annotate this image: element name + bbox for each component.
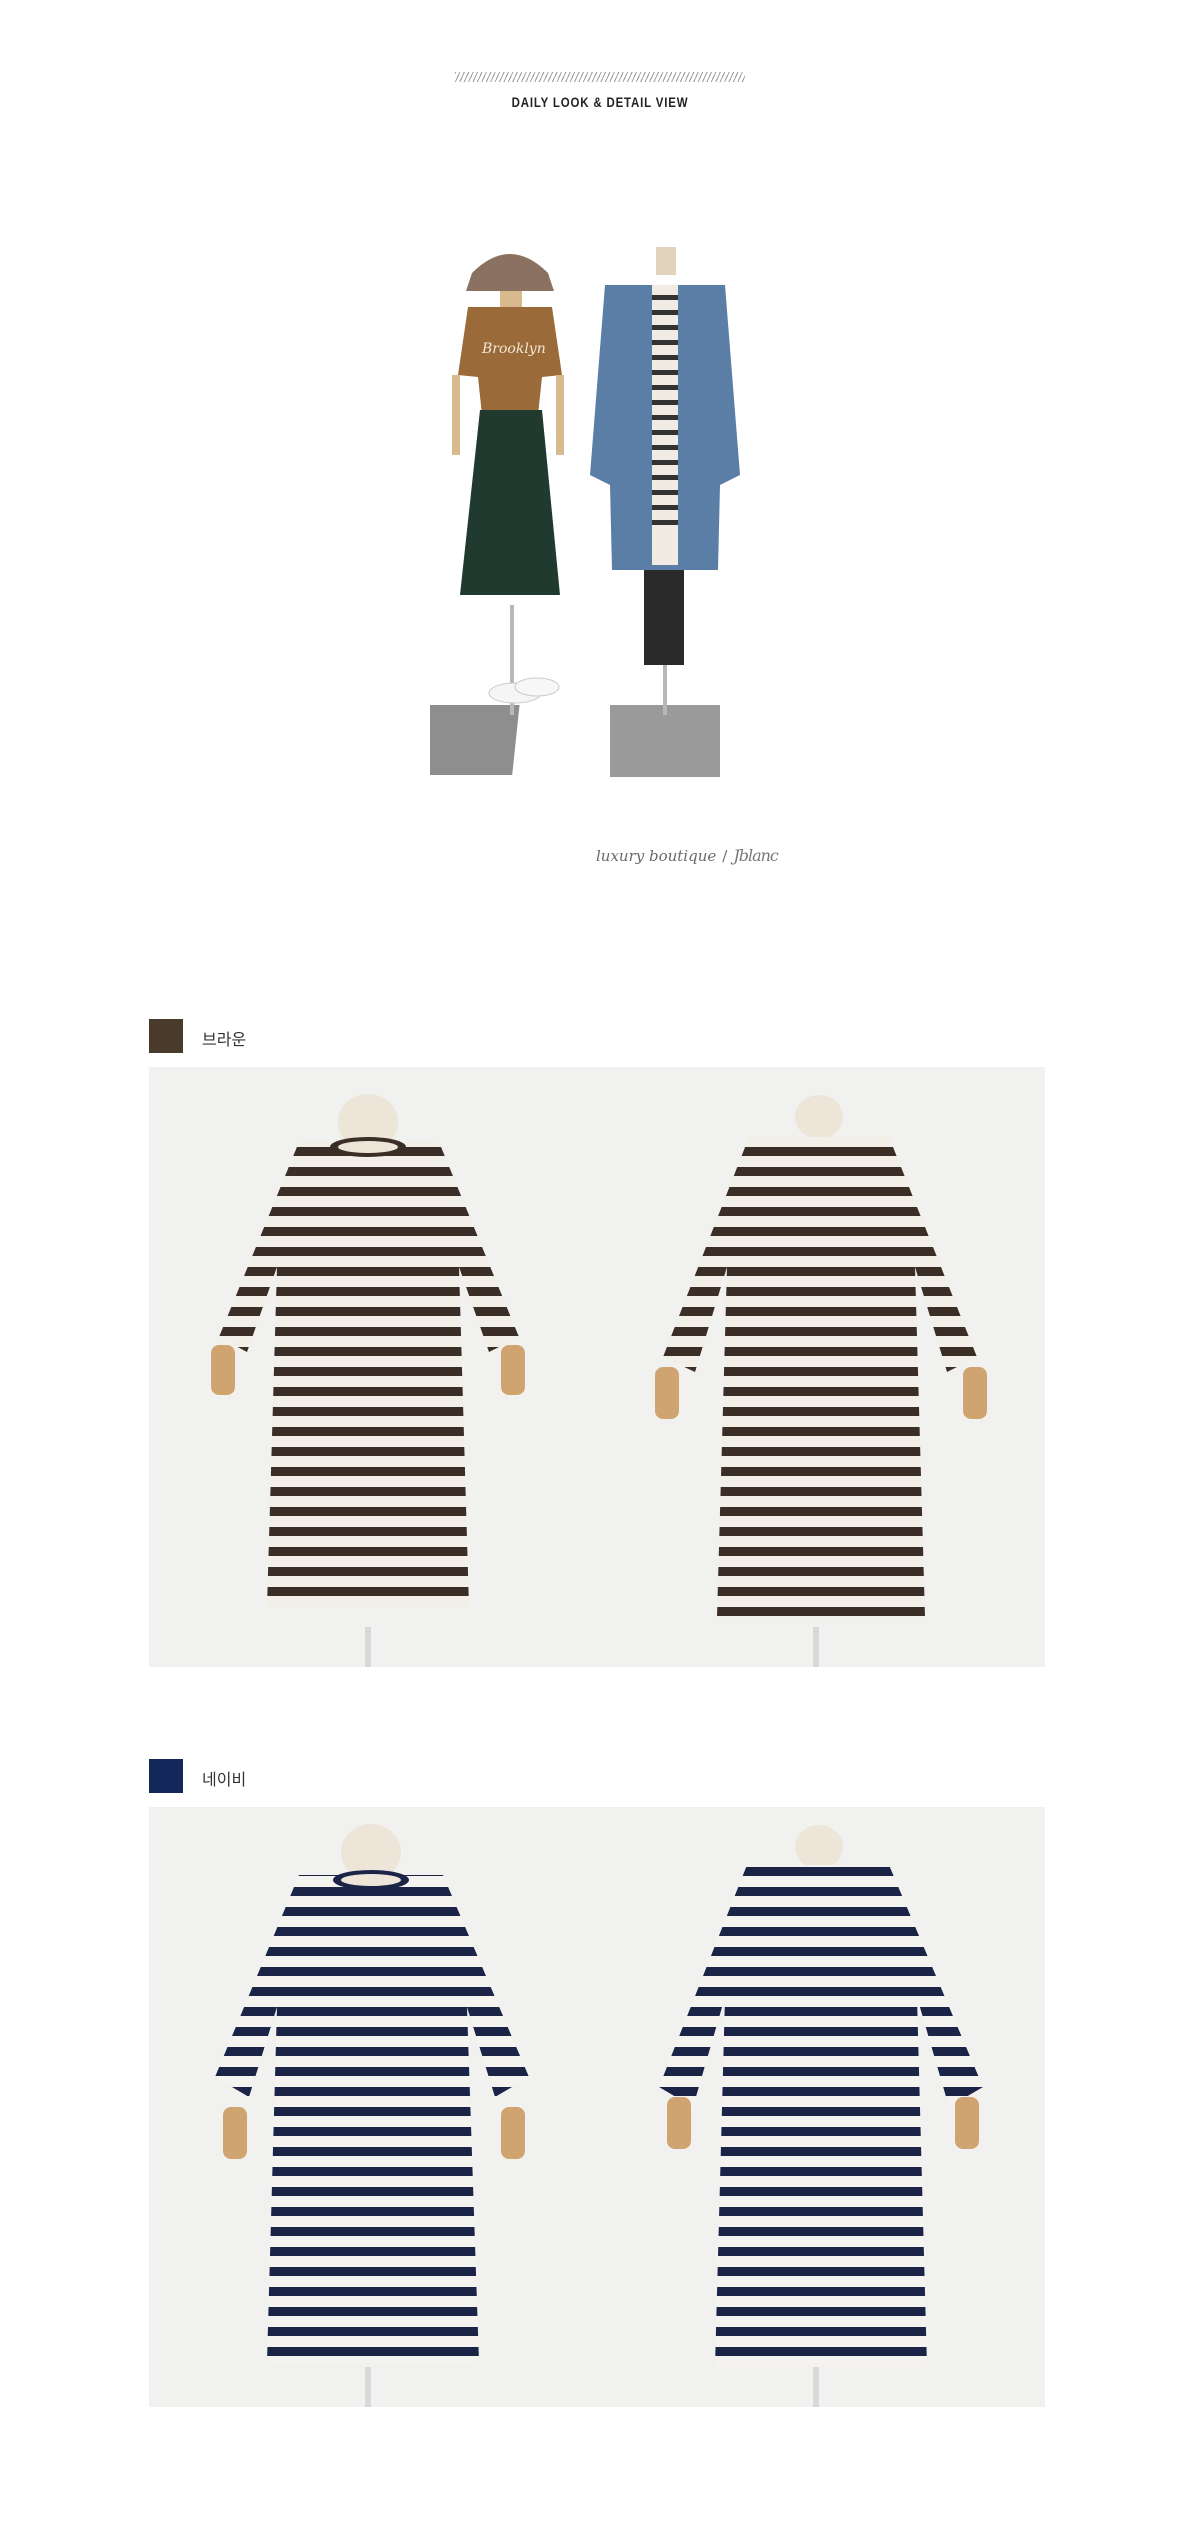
navy-front-photo [149, 1807, 597, 2407]
brand-signature: luxury boutique / Jblanc [596, 846, 836, 876]
section-title: DAILY LOOK & DETAIL VIEW [511, 94, 689, 110]
color-swatch-brown [149, 1019, 183, 1053]
color-label-navy: 네이비 [202, 1770, 247, 1789]
signature-script: Jblanc [733, 846, 779, 865]
signature-slash: / [722, 847, 728, 865]
header-divider [455, 72, 745, 82]
brown-front-photo [149, 1067, 597, 1667]
daily-look-photo: Brooklyn [392, 225, 770, 785]
svg-text:Brooklyn: Brooklyn [481, 341, 546, 357]
navy-back-photo [597, 1807, 1045, 2407]
color-label-brown: 브라운 [202, 1030, 247, 1049]
color-swatch-navy [149, 1759, 183, 1793]
brown-back-photo [597, 1067, 1045, 1667]
signature-text: luxury boutique [596, 847, 717, 865]
